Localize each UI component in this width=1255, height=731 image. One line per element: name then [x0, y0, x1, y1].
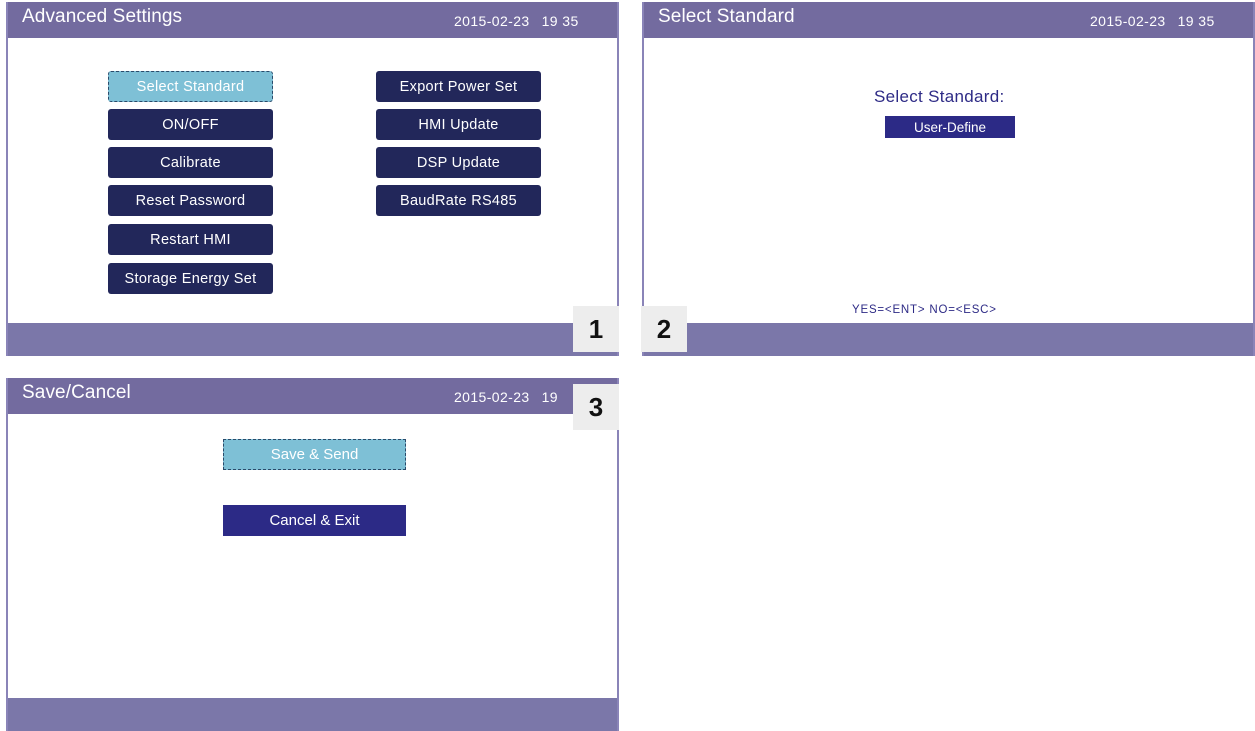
menu-export-power-set-button[interactable]: Export Power Set — [376, 71, 541, 102]
save-cancel-screen: Save/Cancel 2015-02-23 19 Save & Send Can… — [6, 378, 619, 731]
time-text: 19 35 — [541, 13, 579, 29]
menu-dsp-update-button[interactable]: DSP Update — [376, 147, 541, 178]
standard-value-field[interactable]: User-Define — [885, 116, 1015, 138]
menu-calibrate-button[interactable]: Calibrate — [108, 147, 273, 178]
title-bar: Advanced Settings 2015-02-23 19 35 — [8, 2, 617, 38]
footer-bar — [644, 323, 1253, 356]
datetime: 2015-02-23 19 35 — [1090, 13, 1215, 29]
select-standard-heading: Select Standard: — [874, 87, 1005, 106]
menu-restart-hmi-button[interactable]: Restart HMI — [108, 224, 273, 255]
confirm-hint: YES=<ENT> NO=<ESC> — [852, 304, 997, 316]
date-text: 2015-02-23 — [454, 389, 530, 405]
date-text: 2015-02-23 — [454, 13, 530, 29]
step-badge-2: 2 — [641, 306, 687, 352]
step-badge-3: 3 — [573, 384, 619, 430]
screen-title: Save/Cancel — [22, 382, 131, 403]
select-standard-screen: Select Standard 2015-02-23 19 35 Select S… — [642, 2, 1255, 356]
menu-baudrate-rs485-button[interactable]: BaudRate RS485 — [376, 185, 541, 216]
footer-bar — [8, 323, 617, 356]
title-bar: Select Standard 2015-02-23 19 35 — [644, 2, 1253, 38]
cancel-and-exit-button[interactable]: Cancel & Exit — [223, 505, 406, 536]
save-and-send-button[interactable]: Save & Send — [223, 439, 406, 470]
menu-select-standard-button[interactable]: Select Standard — [108, 71, 273, 102]
title-bar: Save/Cancel 2015-02-23 19 — [8, 378, 617, 414]
footer-bar — [8, 698, 617, 731]
date-text: 2015-02-23 — [1090, 13, 1166, 29]
menu-on-off-button[interactable]: ON/OFF — [108, 109, 273, 140]
menu-hmi-update-button[interactable]: HMI Update — [376, 109, 541, 140]
datetime: 2015-02-23 19 — [454, 389, 558, 405]
advanced-settings-screen: Advanced Settings 2015-02-23 19 35 Select… — [6, 2, 619, 356]
menu-storage-energy-set-button[interactable]: Storage Energy Set — [108, 263, 273, 294]
time-text: 19 — [541, 389, 558, 405]
screen-title: Select Standard — [658, 6, 795, 27]
menu-reset-password-button[interactable]: Reset Password — [108, 185, 273, 216]
time-text: 19 35 — [1177, 13, 1215, 29]
datetime: 2015-02-23 19 35 — [454, 13, 579, 29]
screen-title: Advanced Settings — [22, 6, 183, 27]
step-badge-1: 1 — [573, 306, 619, 352]
